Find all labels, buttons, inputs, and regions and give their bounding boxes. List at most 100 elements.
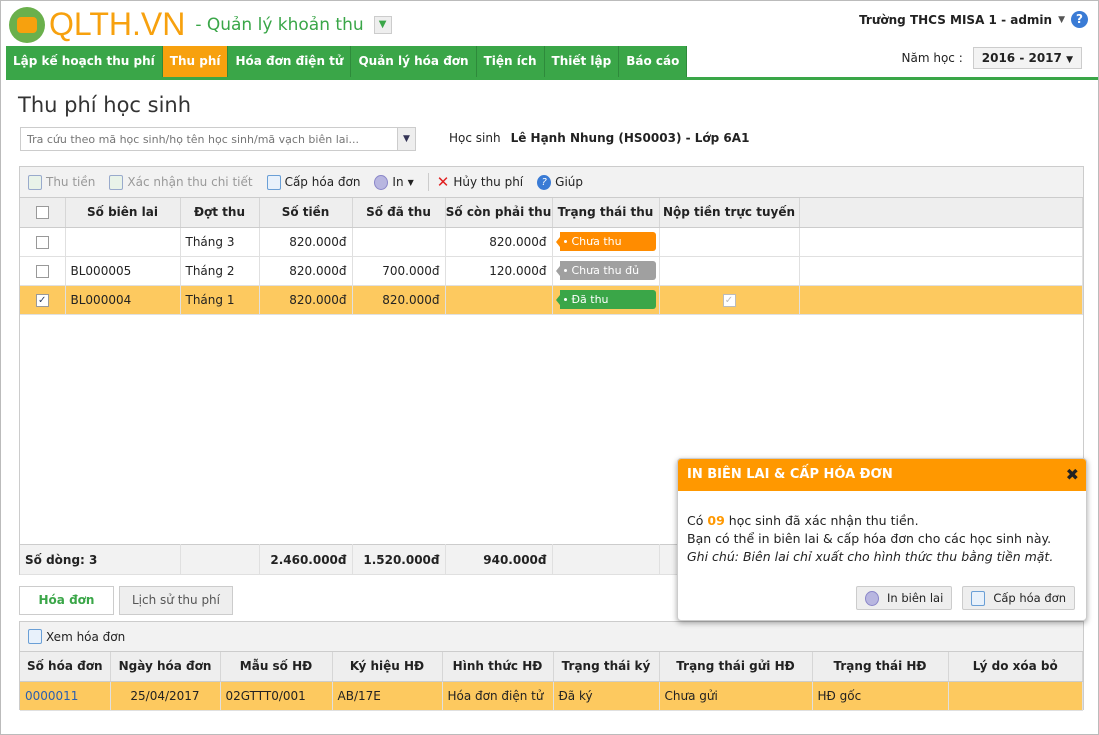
chevron-down-icon: ▼ — [1066, 55, 1073, 65]
total-remaining: 940.000đ — [445, 544, 553, 575]
period: Tháng 3 — [180, 227, 260, 257]
search-document-icon — [28, 629, 42, 644]
tab-hoa-don[interactable]: Hóa đơn — [19, 586, 114, 615]
user-menu[interactable]: Trường THCS MISA 1 - admin ▼ ? — [859, 11, 1088, 28]
invoice-col-header[interactable]: Lý do xóa bỏ — [948, 652, 1083, 682]
remaining-amount: 120.000đ — [445, 256, 553, 286]
col-trang-thai-thu[interactable]: Trạng thái thu — [552, 198, 660, 228]
search-input[interactable] — [21, 128, 397, 150]
logo[interactable]: QLTH.VN - Quản lý khoản thu ▼ — [9, 6, 392, 43]
print-receipt-button[interactable]: In biên lai — [856, 586, 953, 610]
xac-nhan-label: Xác nhận thu chi tiết — [127, 175, 253, 189]
school-year-select[interactable]: 2016 - 2017 ▼ — [972, 47, 1082, 69]
remaining-amount — [445, 285, 553, 315]
view-invoice-label: Xem hóa đơn — [46, 629, 126, 644]
invoice-col-header[interactable]: Số hóa đơn — [20, 652, 111, 682]
invoice-col-header[interactable]: Ngày hóa đơn — [110, 652, 221, 682]
nav-thu-phi[interactable]: Thu phí — [162, 46, 229, 77]
status-cell: Chưa thu — [552, 227, 660, 257]
footer-empty — [552, 544, 660, 575]
nav-quan-ly-hoa-don[interactable]: Quản lý hóa đơn — [351, 46, 477, 77]
close-icon[interactable]: ✖ — [1066, 459, 1079, 491]
amount: 820.000đ — [259, 227, 353, 257]
search-dropdown-button[interactable]: ▼ — [397, 128, 415, 150]
nav-bao-cao[interactable]: Báo cáo — [619, 46, 688, 77]
student-value: Lê Hạnh Nhung (HS0003) - Lớp 6A1 — [510, 131, 750, 145]
invoice-col-header[interactable]: Ký hiệu HĐ — [332, 652, 443, 682]
print-button[interactable]: In ▼ — [374, 174, 414, 190]
student-search: ▼ — [20, 127, 416, 151]
add-money-icon — [28, 174, 42, 190]
invoice-row[interactable]: 0000011 25/04/2017 02GTTT0/001 AB/17E Hóa đơ… — [20, 681, 1083, 711]
total-paid: 1.520.000đ — [352, 544, 446, 575]
user-name[interactable]: Trường THCS MISA 1 - admin — [859, 13, 1052, 27]
help-icon[interactable]: ? — [1071, 11, 1088, 28]
table-row[interactable]: BL000005 Tháng 2 820.000đ 700.000đ 120.0… — [20, 256, 1083, 286]
col-nop-tien-truc-tuyen[interactable]: Nộp tiền trực tuyến — [659, 198, 800, 228]
view-invoice-button[interactable]: Xem hóa đơn — [28, 629, 125, 644]
online-payment-checkbox: ✓ — [659, 285, 800, 315]
popup-text: học sinh đã xác nhận thu tiền. — [728, 513, 919, 528]
thu-tien-button[interactable]: Thu tiền — [28, 174, 96, 190]
status-cell: Đã thu — [552, 285, 660, 315]
receipt-number — [65, 227, 181, 257]
invoice-col-header[interactable]: Trạng thái gửi HĐ — [659, 652, 813, 682]
receipt-number: BL000005 — [65, 256, 181, 286]
remaining-amount: 820.000đ — [445, 227, 553, 257]
invoice-col-header[interactable]: Trạng thái HĐ — [812, 652, 949, 682]
nav-tien-ich[interactable]: Tiện ích — [476, 46, 545, 77]
col-dot-thu[interactable]: Đợt thu — [180, 198, 260, 228]
help-button[interactable]: ? Giúp — [537, 174, 584, 190]
help-label: Giúp — [555, 175, 584, 189]
invoice-cell: Hóa đơn điện tử — [442, 681, 554, 711]
total-amount: 2.460.000đ — [259, 544, 353, 575]
invoice-col-header[interactable]: Hình thức HĐ — [442, 652, 554, 682]
table-row[interactable]: Tháng 3 820.000đ 820.000đ Chưa thu — [20, 227, 1083, 257]
issue-invoice-label: Cấp hóa đơn — [993, 591, 1066, 605]
invoice-col-header[interactable]: Mẫu số HĐ — [220, 652, 333, 682]
empty-cell — [799, 227, 1083, 257]
module-dropdown-button[interactable]: ▼ — [373, 15, 392, 34]
huy-label: Hủy thu phí — [453, 175, 524, 189]
row-checkbox[interactable] — [20, 227, 66, 257]
col-so-con-phai-thu[interactable]: Số còn phải thu — [445, 198, 553, 228]
col-so-bien-lai[interactable]: Số biên lai — [65, 198, 181, 228]
confirm-icon — [109, 174, 124, 190]
popup-buttons: In biên lai Cấp hóa đơn — [856, 586, 1075, 610]
school-year-value: 2016 - 2017 — [981, 51, 1062, 65]
tab-lich-su-thu-phi[interactable]: Lịch sử thu phí — [119, 586, 233, 615]
huy-thu-phi-button[interactable]: ✕ Hủy thu phí — [427, 173, 524, 191]
amount: 820.000đ — [259, 256, 353, 286]
nav-lap-ke-hoach[interactable]: Lập kế hoạch thu phí — [6, 46, 163, 77]
issue-invoice-button[interactable]: Cấp hóa đơn — [962, 586, 1075, 610]
printer-icon — [374, 174, 389, 190]
cap-hoa-don-button[interactable]: Cấp hóa đơn — [266, 174, 360, 190]
select-all-checkbox[interactable] — [20, 198, 66, 228]
row-checkbox[interactable] — [20, 256, 66, 286]
nav-hoa-don-dien-tu[interactable]: Hóa đơn điện tử — [228, 46, 352, 77]
table-row[interactable]: ✓ BL000004 Tháng 1 820.000đ 820.000đ Đã … — [20, 285, 1083, 315]
thu-tien-label: Thu tiền — [46, 175, 96, 189]
xac-nhan-button[interactable]: Xác nhận thu chi tiết — [109, 174, 253, 190]
popup-line2: Bạn có thể in biên lai & cấp hóa đơn cho… — [687, 531, 1052, 546]
logo-text: QLTH.VN — [49, 6, 186, 42]
school-year: Năm học : 2016 - 2017 ▼ — [902, 47, 1082, 69]
invoice-col-header[interactable]: Trạng thái ký — [553, 652, 660, 682]
row-checkbox[interactable]: ✓ — [20, 285, 66, 315]
invoice-cell: 02GTTT0/001 — [220, 681, 333, 711]
print-receipt-label: In biên lai — [887, 591, 944, 605]
invoice-cell: Chưa gửi — [659, 681, 813, 711]
main-nav: Lập kế hoạch thu phí Thu phí Hóa đơn điệ… — [6, 46, 688, 77]
help-icon: ? — [537, 174, 552, 190]
document-icon — [971, 590, 986, 606]
invoice-cell: 25/04/2017 — [110, 681, 221, 711]
invoice-number-link[interactable]: 0000011 — [20, 681, 111, 711]
chevron-down-icon: ▼ — [407, 177, 414, 187]
col-so-tien[interactable]: Số tiền — [259, 198, 353, 228]
popup-header: IN BIÊN LAI & CẤP HÓA ĐƠN ✖ — [678, 459, 1086, 491]
col-so-da-thu[interactable]: Số đã thu — [352, 198, 446, 228]
nav-thiet-lap[interactable]: Thiết lập — [544, 46, 620, 77]
invoice-table: Số hóa đơn Ngày hóa đơn Mẫu số HĐ Ký hiệu H… — [20, 652, 1083, 711]
chevron-down-icon[interactable]: ▼ — [1058, 15, 1065, 25]
popup-line1: Có 09 học sinh đã xác nhận thu tiền. — [687, 512, 1077, 530]
